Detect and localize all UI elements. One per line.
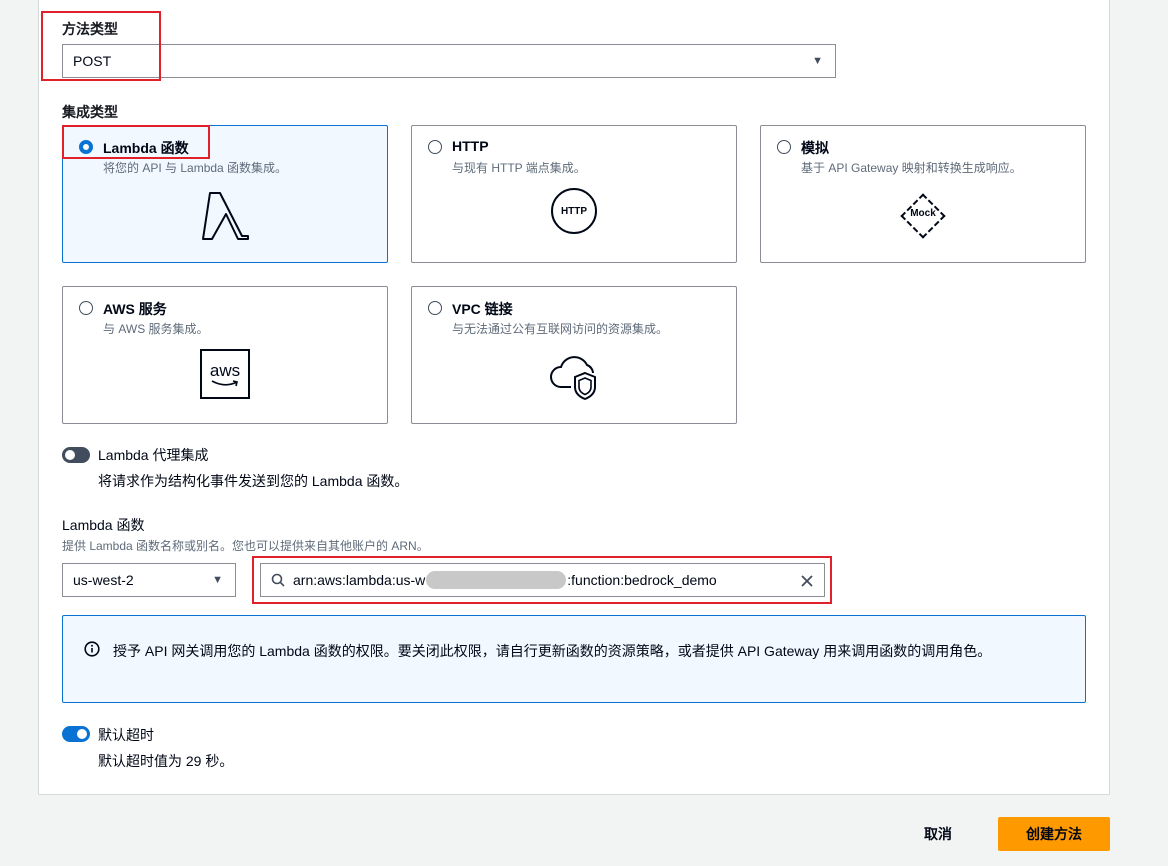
integration-option-aws-service[interactable]: AWS 服务 与 AWS 服务集成。 aws xyxy=(62,286,388,424)
cloud-shield-icon xyxy=(412,349,736,401)
integration-type-label: 集成类型 xyxy=(62,104,118,120)
aws-icon: aws xyxy=(63,349,387,399)
cancel-button[interactable]: 取消 xyxy=(908,817,968,851)
option-title: AWS 服务 xyxy=(103,301,167,317)
method-type-label: 方法类型 xyxy=(62,21,118,37)
radio-unselected[interactable] xyxy=(79,301,93,315)
lambda-icon xyxy=(63,190,387,242)
toggle-knob xyxy=(77,729,87,739)
arn-prefix: arn:aws:lambda:us-w xyxy=(293,572,426,588)
info-alert-text: 授予 API 网关调用您的 Lambda 函数的权限。要关闭此权限，请自行更新函… xyxy=(113,643,992,659)
lambda-proxy-toggle[interactable] xyxy=(62,447,90,463)
option-title: 模拟 xyxy=(801,140,829,156)
option-desc: 与现有 HTTP 端点集成。 xyxy=(452,161,586,175)
caret-down-icon: ▼ xyxy=(812,55,823,67)
caret-down-icon: ▼ xyxy=(212,574,223,586)
search-icon xyxy=(271,573,285,587)
method-type-value: POST xyxy=(73,53,112,69)
lambda-function-label: Lambda 函数 xyxy=(62,517,145,533)
create-method-button[interactable]: 创建方法 xyxy=(998,817,1110,851)
integration-option-mock[interactable]: 模拟 基于 API Gateway 映射和转换生成响应。 Mock xyxy=(760,125,1086,263)
toggle-knob xyxy=(65,450,75,460)
radio-unselected[interactable] xyxy=(777,140,791,154)
radio-unselected[interactable] xyxy=(428,301,442,315)
radio-selected[interactable] xyxy=(79,140,93,154)
default-timeout-toggle[interactable] xyxy=(62,726,90,742)
radio-unselected[interactable] xyxy=(428,140,442,154)
http-icon: HTTP xyxy=(412,188,736,234)
lambda-arn-input[interactable]: arn:aws:lambda:us-w :function:bedrock_de… xyxy=(260,563,825,597)
region-select[interactable]: us-west-2 ▼ xyxy=(62,563,236,597)
mock-icon: Mock xyxy=(761,190,1085,242)
option-title: VPC 链接 xyxy=(452,301,513,317)
option-title: HTTP xyxy=(452,138,489,154)
aws-icon-label: aws xyxy=(209,360,241,380)
option-desc: 与 AWS 服务集成。 xyxy=(103,322,209,336)
mock-icon-label: Mock xyxy=(910,208,936,219)
method-type-select[interactable]: POST ▼ xyxy=(62,44,836,78)
option-desc: 与无法通过公有互联网访问的资源集成。 xyxy=(452,322,669,336)
arn-suffix: :function:bedrock_demo xyxy=(567,572,717,588)
redacted-account-id xyxy=(426,571,567,589)
info-alert: 授予 API 网关调用您的 Lambda 函数的权限。要关闭此权限，请自行更新函… xyxy=(62,615,1086,703)
http-icon-label: HTTP xyxy=(551,188,597,234)
option-title: Lambda 函数 xyxy=(103,140,189,156)
option-desc: 将您的 API 与 Lambda 函数集成。 xyxy=(103,161,288,175)
option-desc: 基于 API Gateway 映射和转换生成响应。 xyxy=(801,161,1022,175)
lambda-function-desc: 提供 Lambda 函数名称或别名。您也可以提供来自其他账户的 ARN。 xyxy=(62,539,429,553)
default-timeout-label: 默认超时 xyxy=(98,727,154,743)
integration-option-vpc-link[interactable]: VPC 链接 与无法通过公有互联网访问的资源集成。 xyxy=(411,286,737,424)
clear-icon[interactable] xyxy=(800,574,814,588)
region-value: us-west-2 xyxy=(73,572,134,588)
integration-option-lambda[interactable]: Lambda 函数 将您的 API 与 Lambda 函数集成。 xyxy=(62,125,388,263)
lambda-proxy-desc: 将请求作为结构化事件发送到您的 Lambda 函数。 xyxy=(98,473,409,489)
default-timeout-desc: 默认超时值为 29 秒。 xyxy=(98,753,234,769)
info-icon xyxy=(84,641,100,657)
integration-option-http[interactable]: HTTP 与现有 HTTP 端点集成。 HTTP xyxy=(411,125,737,263)
lambda-proxy-label: Lambda 代理集成 xyxy=(98,447,209,463)
